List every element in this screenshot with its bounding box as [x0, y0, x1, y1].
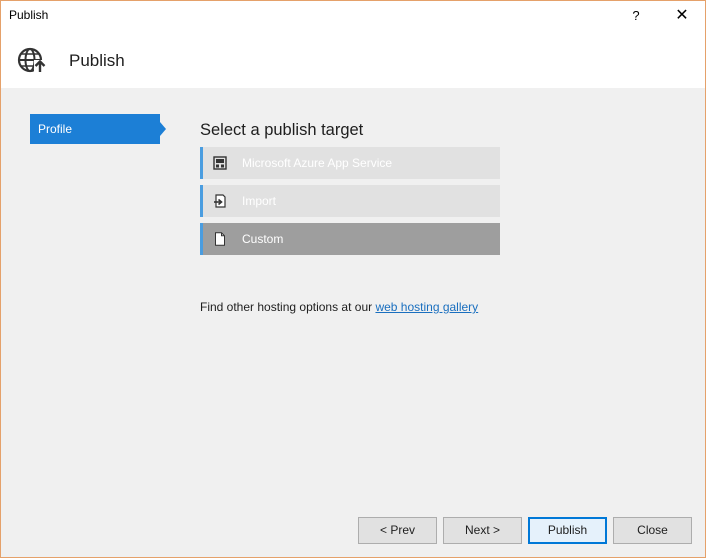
target-label: Custom	[242, 232, 284, 246]
window-title: Publish	[9, 8, 49, 22]
target-azure-app-service[interactable]: Microsoft Azure App Service	[200, 147, 500, 179]
target-import[interactable]: Import	[200, 185, 500, 217]
azure-app-service-icon	[213, 156, 227, 170]
target-label: Microsoft Azure App Service	[242, 156, 393, 170]
sidebar-item-label: Profile	[38, 122, 73, 136]
import-icon	[214, 194, 226, 208]
title-bar: Publish ? ✕	[1, 1, 705, 31]
help-button[interactable]: ?	[613, 1, 659, 31]
header-title: Publish	[69, 51, 125, 70]
hosting-options-text: Find other hosting options at our web ho…	[200, 300, 478, 314]
publish-button[interactable]: Publish	[528, 517, 607, 544]
prev-button[interactable]: < Prev	[358, 517, 437, 544]
hosting-text: Find other hosting options at our	[200, 300, 376, 314]
target-custom[interactable]: Custom	[200, 223, 500, 255]
web-hosting-gallery-link[interactable]: web hosting gallery	[375, 300, 478, 314]
sidebar-item-profile[interactable]: Profile	[30, 114, 166, 144]
document-icon	[215, 232, 225, 246]
publish-dialog: Publish ? ✕ Publish Profile Select a pub…	[0, 0, 706, 558]
dialog-header: Publish	[1, 31, 705, 88]
next-button[interactable]: Next >	[443, 517, 522, 544]
section-title: Select a publish target	[200, 121, 364, 139]
target-label: Import	[242, 194, 277, 208]
globe-publish-icon	[17, 47, 46, 73]
close-window-button[interactable]: ✕	[659, 1, 705, 31]
close-button[interactable]: Close	[613, 517, 692, 544]
